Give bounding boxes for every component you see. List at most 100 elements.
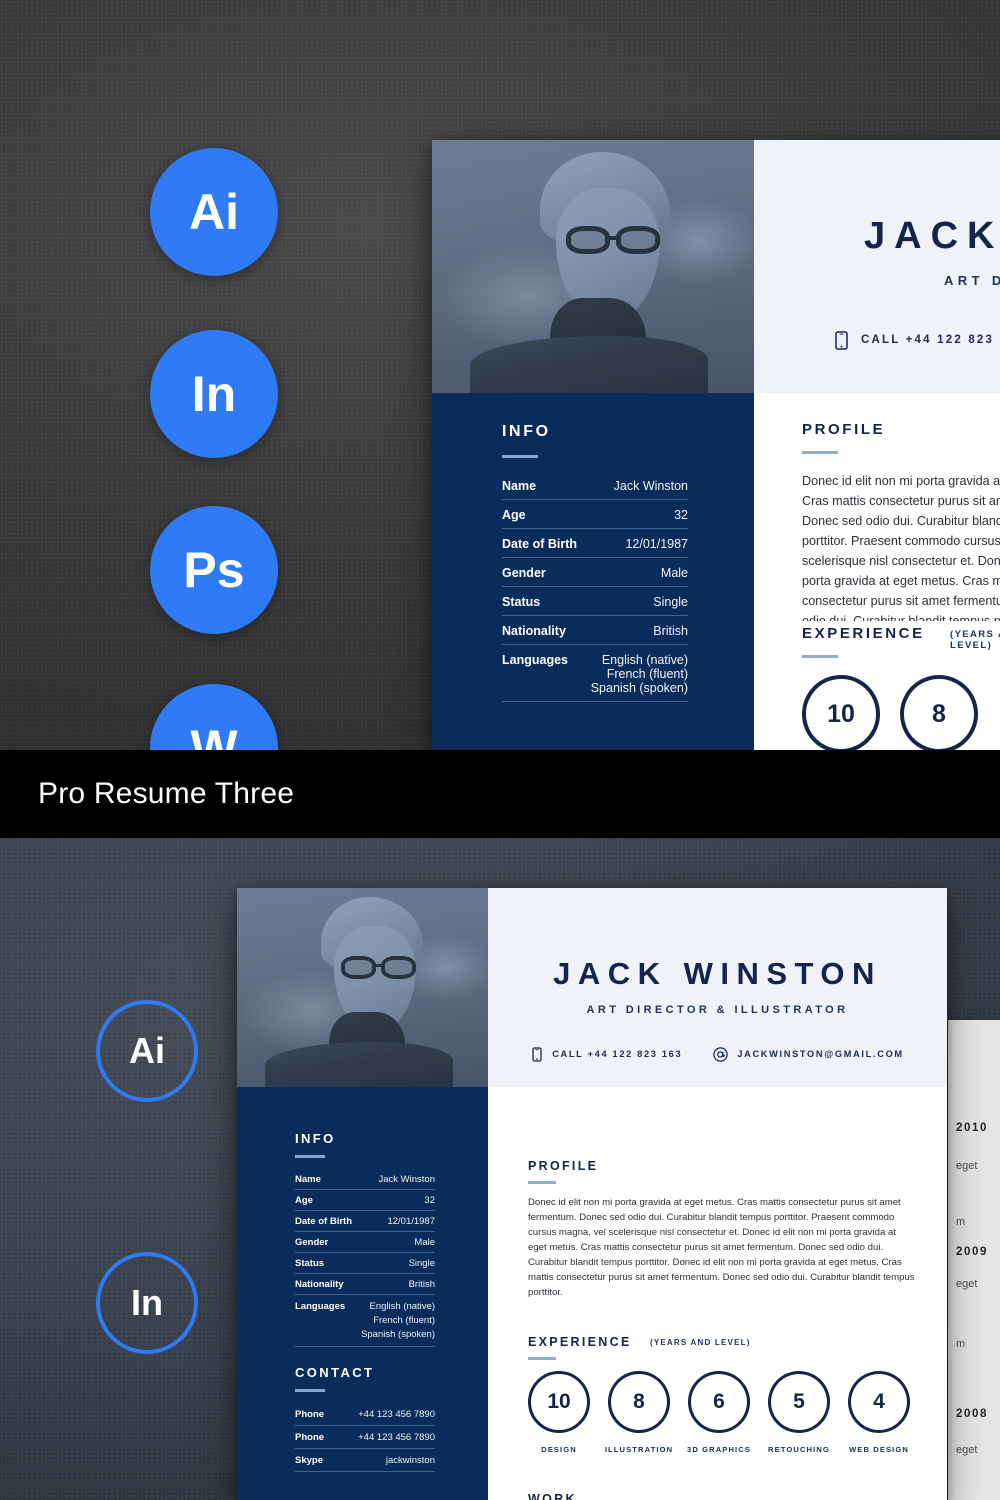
phone-text: CALL +44 122 823 163 <box>552 1049 683 1059</box>
table-row: Languages English (native) French (fluen… <box>502 645 688 702</box>
work-fragment: eget <box>956 1160 978 1172</box>
info-heading: INFO <box>295 1131 336 1146</box>
table-row: Name Jack Winston <box>295 1169 435 1190</box>
skill-value: 8 <box>932 699 946 728</box>
language-2: French (fluent) <box>606 667 688 681</box>
profile-heading: PROFILE <box>528 1159 599 1173</box>
language-1: English (native) <box>601 653 688 667</box>
resume-header-panel: JACK WINSTON ART DIRECTOR & ILLUSTRATOR … <box>488 888 947 1087</box>
page-title: JACK <box>864 215 1000 257</box>
language-3: Spanish (spoken) <box>361 1329 435 1340</box>
work-date: 2009 <box>956 1246 988 1258</box>
info-value: 32 <box>674 508 688 522</box>
badge-illustrator[interactable]: Ai <box>150 148 278 276</box>
contact-table: Phone +44 123 456 7890 Phone +44 123 456… <box>295 1403 435 1472</box>
skill-item: 6 3D GRAPHICS <box>675 1358 763 1454</box>
skill-ring: 6 <box>675 1358 763 1446</box>
info-value: British <box>653 624 688 638</box>
table-row: Age 32 <box>295 1190 435 1211</box>
skill-item: 10 DESIGN <box>528 1371 590 1454</box>
resume-page-main[interactable]: INFO Name Jack Winston Age 32 Date of Bi… <box>237 888 947 1500</box>
work-fragment: eget <box>956 1278 978 1290</box>
info-value: 12/01/1987 <box>625 537 688 551</box>
badge-label: In <box>191 366 237 422</box>
skill-value: 10 <box>827 699 855 728</box>
table-row: Gender Male <box>295 1232 435 1253</box>
language-2: French (fluent) <box>373 1315 435 1326</box>
info-value: Single <box>653 595 688 609</box>
table-row: Nationality British <box>295 1274 435 1295</box>
skill-value: 8 <box>633 1390 645 1413</box>
info-table: Name Jack Winston Age 32 Date of Birth 1… <box>295 1169 435 1347</box>
table-row: Status Single <box>295 1253 435 1274</box>
contact-label: Phone <box>295 1409 325 1420</box>
badge-photoshop[interactable]: Ps <box>150 506 278 634</box>
contact-phone[interactable]: CALL +44 122 823 163 <box>531 1046 682 1062</box>
language-3: Spanish (spoken) <box>590 681 688 695</box>
banner-title: Pro Resume Three <box>38 777 295 810</box>
phone-text: CALL +44 122 823 <box>861 334 995 346</box>
table-row: Languages English (native) French (fluen… <box>295 1295 435 1347</box>
info-value: English (native) French (fluent) Spanish… <box>591 653 688 695</box>
profile-heading: PROFILE <box>802 421 886 438</box>
info-label: Date of Birth <box>502 537 577 551</box>
contact-value: +44 123 456 7890 <box>358 1409 435 1420</box>
contact-value: jackwinston <box>385 1455 435 1466</box>
resume-page-top[interactable]: INFO Name Jack Winston Age 32 Date of Bi… <box>432 140 1000 750</box>
table-row: Skype jackwinston <box>295 1449 435 1472</box>
badge-illustrator[interactable]: Ai <box>96 1000 198 1102</box>
badge-word[interactable]: W <box>150 684 278 750</box>
email-text: JACKWINSTON@GMAIL.COM <box>737 1049 904 1059</box>
page-title: JACK WINSTON <box>553 956 882 991</box>
info-value: Male <box>660 566 688 580</box>
resume-page-third[interactable]: 2010 eget m 2009 eget m 2008 eget <box>948 1020 1000 1500</box>
badge-label: Ai <box>189 184 239 240</box>
skill-label: DESIGN <box>541 1445 577 1454</box>
badge-label: W <box>190 720 238 750</box>
info-label: Status <box>295 1258 325 1269</box>
skill-rings: 10 8 <box>794 667 978 750</box>
experience-subheading: (YEARS AND LEVEL) <box>650 1338 751 1347</box>
experience-heading: EXPERIENCE <box>528 1335 632 1349</box>
at-icon <box>712 1046 728 1062</box>
skill-ring: 10 <box>794 667 888 750</box>
skill-item: 4 WEB DESIGN <box>840 1363 918 1454</box>
contact-bar: CALL +44 122 823 163 JACKWINSTON@GMAIL.C… <box>488 1046 947 1062</box>
badge-label: In <box>131 1282 163 1323</box>
info-value: British <box>408 1279 435 1290</box>
info-heading-rule <box>295 1155 325 1158</box>
profile-photo <box>237 888 488 1087</box>
info-heading-rule <box>502 455 538 458</box>
badge-indesign[interactable]: In <box>96 1252 198 1354</box>
skill-label: ILLUSTRATION <box>604 1445 674 1454</box>
contact-email[interactable]: JACKWINSTON@GMAIL.COM <box>712 1046 903 1062</box>
table-row: Phone +44 123 456 7890 <box>295 1403 435 1426</box>
info-label: Age <box>502 508 526 522</box>
skill-value: 5 <box>793 1390 805 1413</box>
contact-phone[interactable]: CALL +44 122 823 <box>834 330 994 350</box>
badge-label: Ai <box>129 1030 165 1071</box>
resume-header-panel: JACK ART DIR CALL +44 122 823 <box>754 140 1000 393</box>
info-label: Languages <box>295 1301 346 1312</box>
skill-label: WEB DESIGN <box>849 1445 909 1454</box>
experience-subheading: (YEARS AND LEVEL) <box>950 629 1000 651</box>
work-heading: WORK <box>528 1492 577 1500</box>
profile-heading-rule <box>528 1181 556 1184</box>
table-row: Status Single <box>502 587 688 616</box>
profile-text: Donec id elit non mi porta gravida at eg… <box>802 474 1000 621</box>
language-1: English (native) <box>369 1301 435 1312</box>
contact-heading: CONTACT <box>295 1365 375 1380</box>
info-label: Gender <box>295 1237 329 1248</box>
resume-left-column: INFO Name Jack Winston Age 32 Date of Bi… <box>237 888 488 1500</box>
table-row: Nationality British <box>502 616 688 645</box>
skill-item: 5 RETOUCHING <box>759 1362 839 1454</box>
profile-heading-rule <box>802 451 838 454</box>
info-value: Single <box>408 1258 435 1269</box>
table-row: Phone +44 123 456 7890 <box>295 1426 435 1449</box>
badge-indesign[interactable]: In <box>150 330 278 458</box>
table-row: Gender Male <box>502 558 688 587</box>
skill-label: 3D GRAPHICS <box>687 1445 751 1454</box>
table-row: Name Jack Winston <box>502 471 688 500</box>
work-date: 2010 <box>956 1122 988 1134</box>
contact-value: +44 123 456 7890 <box>358 1432 435 1443</box>
